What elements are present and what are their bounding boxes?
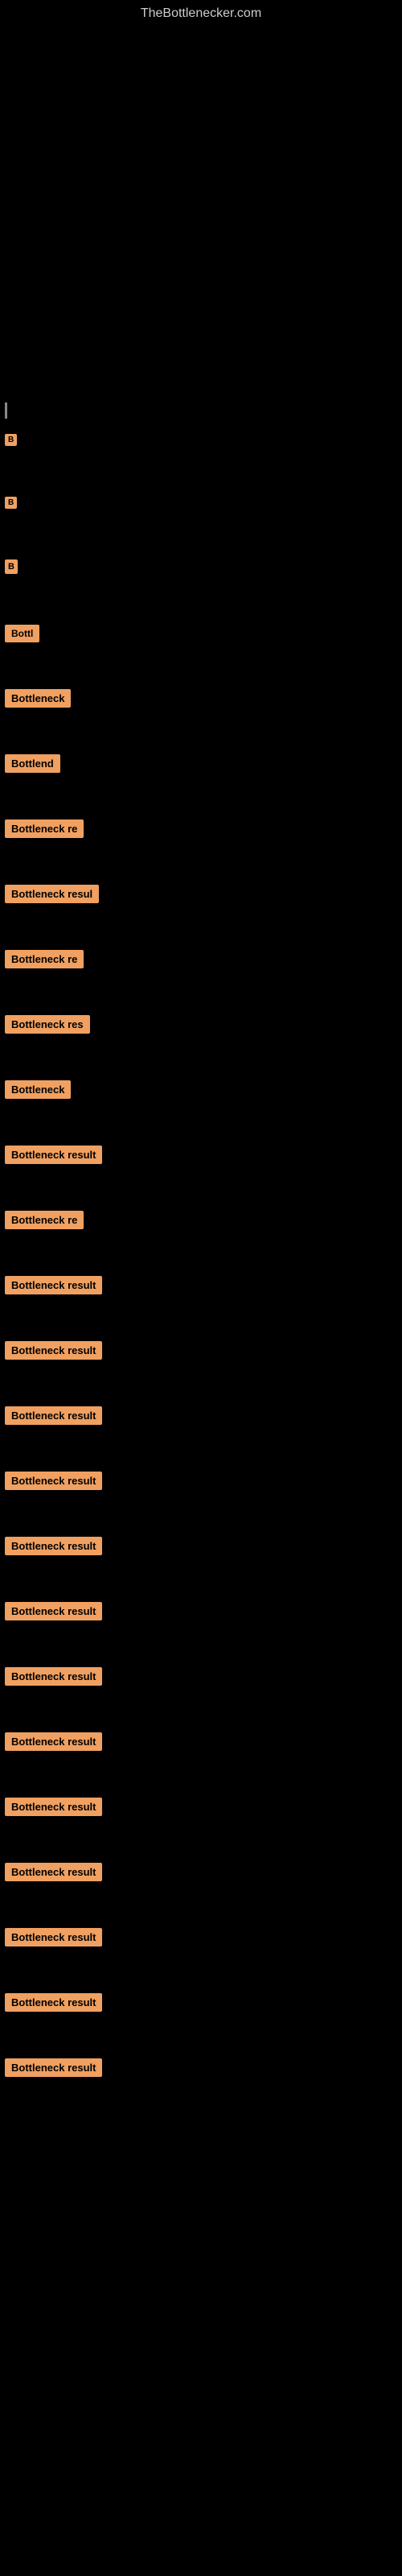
result-item-1: B [3, 431, 402, 449]
result-item-6: Bottlend [3, 751, 402, 776]
result-item-9: Bottleneck re [3, 947, 402, 972]
result-item-17: Bottleneck result [3, 1468, 402, 1493]
chart-area [0, 24, 402, 402]
site-header: TheBottlenecker.com [0, 0, 402, 24]
result-badge-7: Bottleneck re [5, 819, 84, 838]
result-badge-25: Bottleneck result [5, 1993, 102, 2012]
result-item-21: Bottleneck result [3, 1729, 402, 1754]
result-item-2: B [3, 493, 402, 512]
result-item-5: Bottleneck [3, 686, 402, 711]
cursor-indicator [5, 402, 7, 419]
result-badge-13: Bottleneck re [5, 1211, 84, 1229]
result-badge-11: Bottleneck [5, 1080, 71, 1099]
result-item-13: Bottleneck re [3, 1208, 402, 1232]
result-badge-10: Bottleneck res [5, 1015, 90, 1034]
result-badge-5: Bottleneck [5, 689, 71, 708]
result-item-8: Bottleneck resul [3, 881, 402, 906]
result-badge-22: Bottleneck result [5, 1798, 102, 1816]
result-item-16: Bottleneck result [3, 1403, 402, 1428]
result-badge-1: B [5, 434, 17, 446]
result-badge-6: Bottlend [5, 754, 60, 773]
result-item-23: Bottleneck result [3, 1860, 402, 1885]
result-badge-16: Bottleneck result [5, 1406, 102, 1425]
result-item-24: Bottleneck result [3, 1925, 402, 1950]
result-item-4: Bottl [3, 621, 402, 646]
result-badge-15: Bottleneck result [5, 1341, 102, 1360]
result-badge-3: B [5, 559, 18, 574]
result-item-15: Bottleneck result [3, 1338, 402, 1363]
result-item-11: Bottleneck [3, 1077, 402, 1102]
result-badge-8: Bottleneck resul [5, 885, 99, 903]
result-item-10: Bottleneck res [3, 1012, 402, 1037]
result-badge-18: Bottleneck result [5, 1537, 102, 1555]
result-badge-17: Bottleneck result [5, 1472, 102, 1490]
result-item-14: Bottleneck result [3, 1273, 402, 1298]
result-badge-19: Bottleneck result [5, 1602, 102, 1620]
result-item-20: Bottleneck result [3, 1664, 402, 1689]
result-badge-12: Bottleneck result [5, 1146, 102, 1164]
result-badge-2: B [5, 497, 17, 509]
result-item-12: Bottleneck result [3, 1142, 402, 1167]
result-item-25: Bottleneck result [3, 1990, 402, 2015]
result-badge-4: Bottl [5, 625, 39, 642]
result-item-7: Bottleneck re [3, 816, 402, 841]
results-container: B B B Bottl Bottleneck Bottlend Bottlene… [0, 431, 402, 2080]
result-badge-24: Bottleneck result [5, 1928, 102, 1946]
result-badge-21: Bottleneck result [5, 1732, 102, 1751]
result-badge-23: Bottleneck result [5, 1863, 102, 1881]
result-badge-26: Bottleneck result [5, 2058, 102, 2077]
result-item-19: Bottleneck result [3, 1599, 402, 1624]
result-badge-20: Bottleneck result [5, 1667, 102, 1686]
result-item-26: Bottleneck result [3, 2055, 402, 2080]
result-badge-9: Bottleneck re [5, 950, 84, 968]
result-badge-14: Bottleneck result [5, 1276, 102, 1294]
site-title: TheBottlenecker.com [0, 0, 402, 24]
result-item-22: Bottleneck result [3, 1794, 402, 1819]
result-item-18: Bottleneck result [3, 1534, 402, 1558]
result-item-3: B [3, 556, 402, 577]
